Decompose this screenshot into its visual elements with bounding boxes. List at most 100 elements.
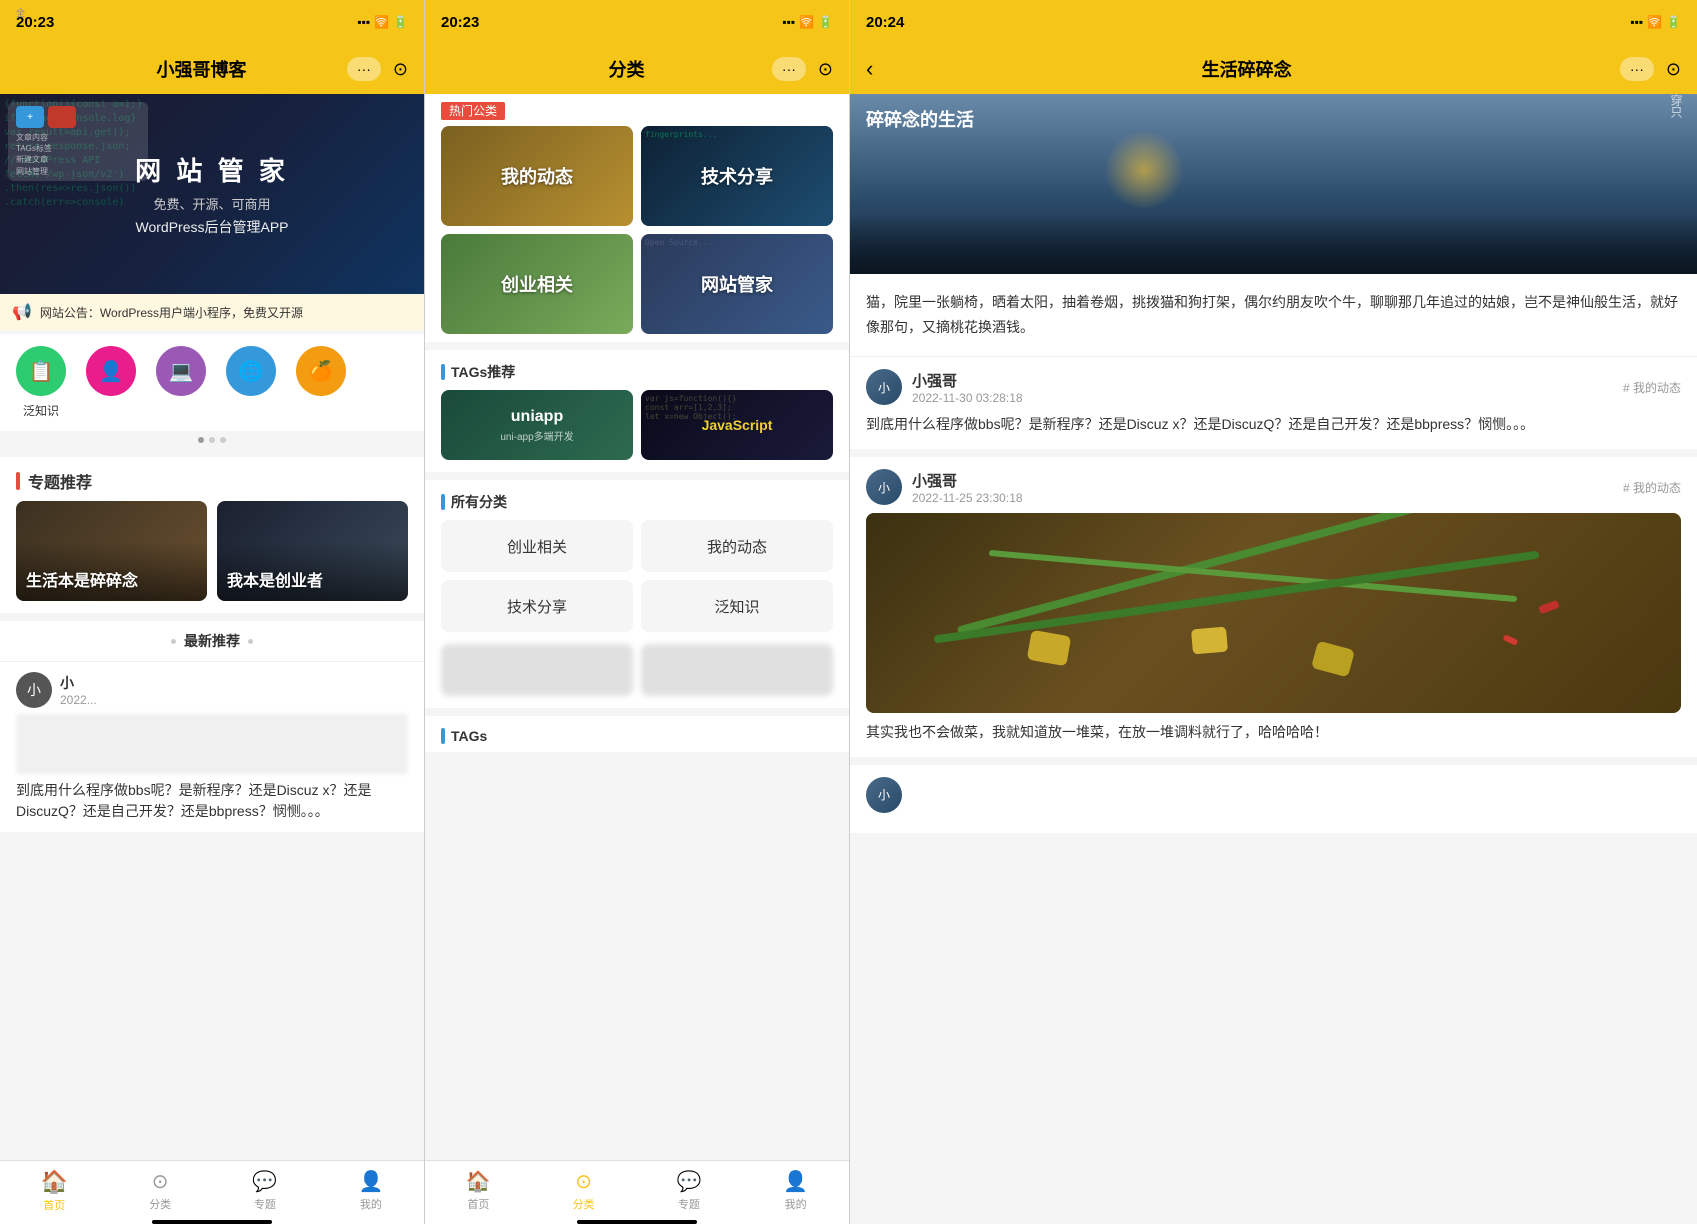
tab-topics-icon-2: 💬 [676,1169,701,1194]
tags-bottom-blue-bar [441,728,445,744]
banner-title-1: 网 站 管 家 [135,151,289,188]
banner-side-text: 穿只 [1668,94,1685,262]
post-content-1: 到底用什么程序做bbs呢？是新程序？还是Discuz x？还是DiscuzQ？还… [16,780,408,822]
tab-cats-label-2: 分类 [573,1196,595,1212]
cat-circle-3: 💻 [156,346,206,396]
tag-card-1[interactable]: uniapp uni-app多端开发 [441,390,633,460]
description-text-3: 猫，院里一张躺椅，晒着太阳，抽着卷烟，挑拨猫和狗打架，偶尔约朋友吹个牛，聊聊那几… [866,294,1678,335]
wifi-icon-2: 🛜 [799,15,814,29]
banner-1: + 文章内容 TAGs标签 新建文章 网站管理 {function(){cons… [0,94,424,294]
all-cats-header: 所有分类 [425,480,849,520]
cat-icon-4[interactable]: 🌐 [226,346,276,419]
post-item-1-3[interactable]: 小 小强哥 2022-11-30 03:28:18 # 我的动态 到底用什么程序… [850,357,1697,457]
post-content-3-2: 其实我也不会做菜，我就知道放一堆菜，在放一堆调料就行了，哈哈哈哈！ [866,721,1681,745]
cat-grid-2: 我的动态 fingerprints... 技术分享 创业相关 Open Sour… [425,126,849,334]
post-row-1[interactable]: 小 小 2022... 到底用什么程序做bbs呢？是新程序？还是Discuz x… [0,661,424,832]
cat-card-label-2: 技术分享 [701,163,773,189]
post-date-3-2: 2022-11-25 23:30:18 [912,491,1613,505]
category-icons-1: 📋 泛知识 👤 💻 🌐 [0,334,424,431]
tag-sub-1: uni-app多端开发 [500,428,573,443]
target-icon-1[interactable]: ⊙ [393,59,408,80]
cat-card-label-1: 我的动态 [501,163,573,189]
phone-3: 20:24 ▪▪▪ 🛜 🔋 ‹ 生活碎碎念 ··· ⊙ 碎碎念的生活 穿只 [850,0,1697,1224]
more-button-1[interactable]: ··· [347,57,381,81]
target-icon-2[interactable]: ⊙ [818,59,833,80]
nav-title-3: 生活碎碎念 [1202,56,1292,82]
tab-topics-label-2: 专题 [678,1196,700,1212]
all-cat-4[interactable]: 泛知识 [641,580,833,632]
cat-card-2[interactable]: fingerprints... 技术分享 [641,126,833,226]
status-icons-3: ▪▪▪ 🛜 🔋 [1630,15,1681,29]
tab-mine-1[interactable]: 👤 我的 [358,1169,383,1212]
cat-card-3[interactable]: 创业相关 [441,234,633,334]
tab-cats-1[interactable]: ⊙ 分类 [149,1169,171,1212]
cat-card-label-4: 网站管家 [701,271,773,297]
all-cat-3[interactable]: 技术分享 [441,580,633,632]
all-cats-blue-bar [441,494,445,510]
tag-card-2[interactable]: var js=function(){}const arr=[1,2,3];let… [641,390,833,460]
tab-home-2[interactable]: 🏠 首页 [466,1169,491,1212]
featured-label-2: 我本是创业者 [227,567,323,591]
tab-topics-1[interactable]: 💬 专题 [252,1169,277,1212]
post-header-1: 小 小 2022... [16,672,408,708]
tab-bottom-2 [577,1220,697,1224]
more-button-2[interactable]: ··· [772,57,806,81]
phone-content-3[interactable]: 碎碎念的生活 穿只 猫，院里一张躺椅，晒着太阳，抽着卷烟，挑拨猫和狗打架，偶尔约… [850,94,1697,1224]
cat-icon-5[interactable]: 🍊 [296,346,346,419]
post-item-2-3[interactable]: 小 小强哥 2022-11-25 23:30:18 # 我的动态 [850,457,1697,765]
cat-icon-2[interactable]: 👤 [86,346,136,419]
red-bar-1 [16,472,20,490]
cat-card-1[interactable]: 我的动态 [441,126,633,226]
tags-grid-2: uniapp uni-app多端开发 var js=function(){}co… [425,390,849,472]
status-bar-2: 20:23 ▪▪▪ 🛜 🔋 [425,0,849,44]
cat-circle-2: 👤 [86,346,136,396]
featured-card-2[interactable]: 我本是创业者 [217,501,408,601]
tag-label-1: uniapp [511,408,563,426]
latest-label-1: 最新推荐 [184,631,240,651]
phone-content-1[interactable]: + 文章内容 TAGs标签 新建文章 网站管理 {function(){cons… [0,94,424,1160]
featured-header-1: 专题推荐 [0,457,424,501]
status-bar-1: 全 20:23 ▪▪▪ 🛜 🔋 [0,0,424,44]
tab-cats-icon-2: ⊙ [575,1169,592,1194]
status-bar-3: 20:24 ▪▪▪ 🛜 🔋 [850,0,1697,44]
nav-title-2: 分类 [608,56,644,82]
tab-bottom-1 [152,1220,272,1224]
tab-mine-label-2: 我的 [785,1196,807,1212]
featured-card-1[interactable]: 生活本是碎碎念 [16,501,207,601]
avatar-3-3: 小 [866,777,902,813]
tab-cats-2[interactable]: ⊙ 分类 [573,1169,595,1212]
back-button-3[interactable]: ‹ [866,56,873,82]
tab-mine-icon-2: 👤 [783,1169,808,1194]
signal-icon-1: ▪▪▪ [357,15,370,29]
tab-bar-1: 🏠 首页 ⊙ 分类 💬 专题 👤 我的 [0,1160,424,1220]
cat-circle-4: 🌐 [226,346,276,396]
cat-icon-1[interactable]: 📋 泛知识 [16,346,66,419]
post-date-3-1: 2022-11-30 03:28:18 [912,391,1613,405]
battery-icon-1: 🔋 [393,15,408,29]
cat-card-4[interactable]: Open Source... 网站管家 [641,234,833,334]
tab-home-label-2: 首页 [467,1196,489,1212]
cat-icon-3[interactable]: 💻 [156,346,206,419]
blurred-cats [425,644,849,708]
life-banner-title: 碎碎念的生活 [866,106,974,132]
tab-home-1[interactable]: 🏠 首页 [41,1169,68,1213]
tab-topics-2[interactable]: 💬 专题 [676,1169,701,1212]
target-icon-3[interactable]: ⊙ [1666,59,1681,80]
phone-content-2[interactable]: 热门公类 我的动态 fingerprints... 技术分享 创业相关 Open… [425,94,849,1160]
post-tag-3-2: # 我的动态 [1623,479,1681,496]
nav-bar-1: 小强哥博客 ··· ⊙ [0,44,424,94]
divider-1 [0,449,424,457]
post-full-header-3p: 小 [866,777,1681,813]
more-button-3[interactable]: ··· [1620,57,1654,81]
notice-icon-1: 📢 [12,302,32,322]
signal-icon-3: ▪▪▪ [1630,15,1643,29]
all-cats-section: 所有分类 创业相关 我的动态 技术分享 泛知识 [425,480,849,708]
all-cat-2[interactable]: 我的动态 [641,520,833,572]
notice-bar-1: 📢 网站公告：WordPress用户端小程序，免费又开源 [0,294,424,330]
tab-mine-2[interactable]: 👤 我的 [783,1169,808,1212]
post-item-3-partial[interactable]: 小 [850,765,1697,833]
featured-label-1: 生活本是碎碎念 [26,567,138,591]
wifi-icon-3: 🛜 [1647,15,1662,29]
all-cat-1[interactable]: 创业相关 [441,520,633,572]
tags-blue-bar [441,364,445,380]
